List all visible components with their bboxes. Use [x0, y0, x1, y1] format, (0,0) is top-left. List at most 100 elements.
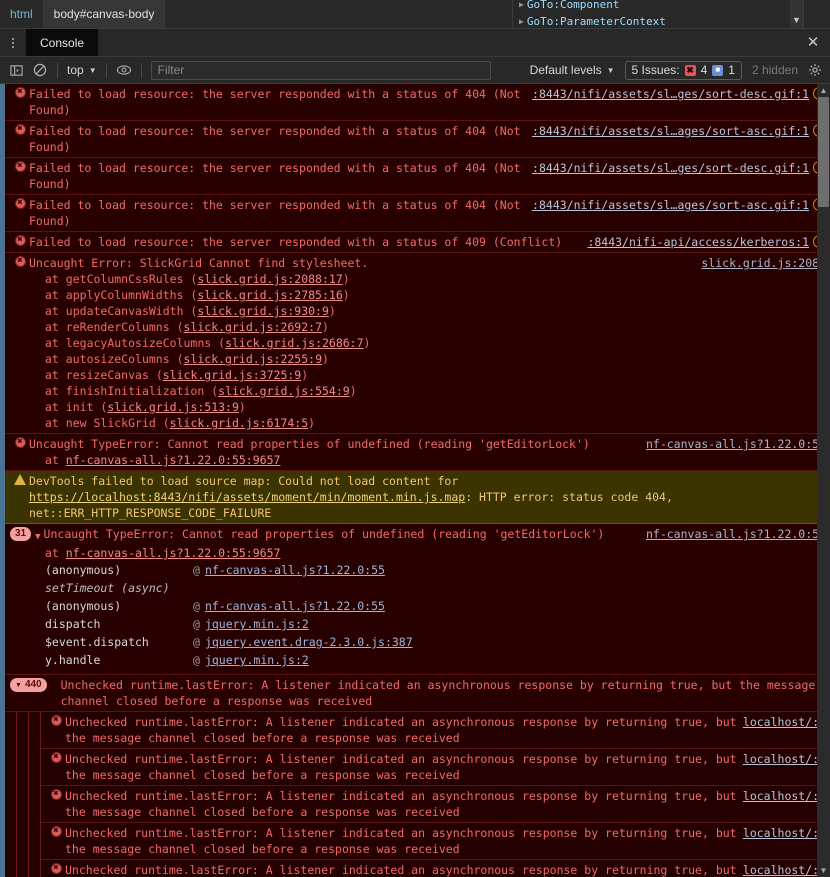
console-message-row[interactable]: ✖ Unchecked runtime.lastError: A listene… — [41, 749, 830, 786]
console-message-source[interactable]: slick.grid.js:2088 — [701, 255, 830, 271]
stack-frame-link[interactable]: slick.grid.js:2785:16 — [197, 288, 342, 302]
stack-frame[interactable]: at reRenderColumns (slick.grid.js:2692:7… — [45, 319, 830, 335]
stack-frame[interactable]: at updateCanvasWidth (slick.grid.js:930:… — [45, 303, 830, 319]
trace-row[interactable]: y.handle @ jquery.min.js:2 — [5, 651, 830, 672]
trace-source-link[interactable]: jquery.min.js:2 — [205, 651, 309, 669]
console-message-row-typeerror[interactable]: ✖ Uncaught TypeError: Cannot read proper… — [5, 434, 830, 471]
collapse-triangle-icon[interactable]: ▼ — [15, 682, 22, 689]
console-message-source[interactable]: :8443/nifi/assets/sl…ages/sort-asc.gif:1… — [532, 123, 830, 139]
repeat-count-badge[interactable]: 31 — [10, 527, 32, 541]
stack-frame[interactable]: at new SlickGrid (slick.grid.js:6174:5) — [45, 415, 830, 431]
stack-frame[interactable]: at autosizeColumns (slick.grid.js:2255:9… — [45, 351, 830, 367]
console-group-header-lasterror[interactable]: ▼ 440 Unchecked runtime.lastError: A lis… — [5, 675, 830, 712]
source-link[interactable]: localhost/:1 — [743, 862, 826, 877]
live-expression-icon[interactable] — [112, 59, 136, 81]
clear-console-icon[interactable] — [28, 59, 52, 81]
stack-frame[interactable]: at applyColumnWidths (slick.grid.js:2785… — [45, 287, 830, 303]
source-link[interactable]: :8443/nifi-api/access/kerberos:1 — [587, 234, 809, 250]
expand-triangle-icon[interactable]: ▼ — [35, 529, 40, 545]
trace-source-link[interactable]: nf-canvas-all.js?1.22.0:55 — [205, 561, 385, 579]
breadcrumb-item-html[interactable]: html — [0, 0, 44, 28]
stack-frame[interactable]: at nf-canvas-all.js?1.22.0:55:9657 — [45, 452, 830, 468]
console-message-source[interactable]: nf-canvas-all.js?1.22.0:55 — [646, 526, 830, 542]
issues-button[interactable]: 5 Issues: ✖ 4 ■ 1 — [624, 60, 742, 80]
trace-source-link[interactable]: jquery.min.js:2 — [205, 615, 309, 633]
console-message-row-typeerror-group[interactable]: 31 ▼ Uncaught TypeError: Cannot read pro… — [5, 524, 830, 675]
settings-gear-icon[interactable] — [804, 59, 826, 81]
stack-frame-link[interactable]: slick.grid.js:2686:7 — [225, 336, 363, 350]
console-scrollbar[interactable]: ▲ ▼ — [817, 84, 830, 877]
console-message-row[interactable]: ✖ Failed to load resource: the server re… — [5, 232, 830, 253]
sourcemap-url-link[interactable]: https://localhost:8443/nifi/assets/momen… — [29, 490, 465, 504]
console-message-source[interactable]: :8443/nifi/assets/sl…ges/sort-desc.gif:1… — [532, 160, 830, 176]
autocomplete-popup[interactable]: ▶ GoTo:Component ▶ GoTo:ParameterContext… — [512, 0, 804, 29]
trace-source-link[interactable]: nf-canvas-all.js?1.22.0:55 — [205, 597, 385, 615]
scrollbar-track[interactable] — [817, 207, 830, 864]
console-message-source[interactable]: :8443/nifi/assets/sl…ages/sort-asc.gif:1… — [532, 197, 830, 213]
stack-frame[interactable]: at getColumnCssRules (slick.grid.js:2088… — [45, 271, 830, 287]
source-link[interactable]: :8443/nifi/assets/sl…ages/sort-asc.gif:1 — [532, 197, 809, 213]
console-message-source[interactable]: :8443/nifi/assets/sl…ges/sort-desc.gif:1… — [532, 86, 830, 102]
filter-input[interactable]: Filter — [150, 60, 491, 80]
kebab-menu-icon[interactable] — [0, 29, 26, 56]
stack-frame-link[interactable]: nf-canvas-all.js?1.22.0:55:9657 — [66, 546, 281, 560]
scroll-down-arrow-icon[interactable]: ▼ — [820, 864, 828, 877]
console-message-row[interactable]: ✖ Unchecked runtime.lastError: A listene… — [41, 786, 830, 823]
source-link[interactable]: localhost/:1 — [743, 825, 826, 841]
source-link[interactable]: slick.grid.js:2088 — [701, 255, 826, 271]
trace-source-link[interactable]: jquery.event.drag-2.3.0.js:387 — [205, 633, 413, 651]
autocomplete-item-goto-parametercontext[interactable]: ▶ GoTo:ParameterContext — [513, 13, 803, 28]
source-link[interactable]: :8443/nifi/assets/sl…ges/sort-desc.gif:1 — [532, 160, 809, 176]
stack-frame-link[interactable]: slick.grid.js:513:9 — [107, 400, 239, 414]
source-link[interactable]: localhost/:1 — [743, 788, 826, 804]
console-message-list[interactable]: ✖ Failed to load resource: the server re… — [5, 84, 830, 877]
source-link[interactable]: nf-canvas-all.js?1.22.0:55 — [646, 436, 826, 452]
stack-frame-link[interactable]: slick.grid.js:2255:9 — [184, 352, 322, 366]
trace-row[interactable]: (anonymous) @ nf-canvas-all.js?1.22.0:55 — [5, 561, 830, 579]
stack-frame[interactable]: at legacyAutosizeColumns (slick.grid.js:… — [45, 335, 830, 351]
stack-frame[interactable]: at resizeCanvas (slick.grid.js:3725:9) — [45, 367, 830, 383]
source-link[interactable]: nf-canvas-all.js?1.22.0:55 — [646, 526, 826, 542]
console-message-row-slickgrid-error[interactable]: ✖ Uncaught Error: SlickGrid Cannot find … — [5, 253, 830, 434]
stack-frame[interactable]: at nf-canvas-all.js?1.22.0:55:9657 — [45, 545, 830, 561]
console-message-row[interactable]: ✖ Failed to load resource: the server re… — [5, 121, 830, 158]
console-message-row[interactable]: ✖ Failed to load resource: the server re… — [5, 84, 830, 121]
breadcrumb-item-body[interactable]: body#canvas-body — [43, 0, 166, 28]
stack-frame-link[interactable]: slick.grid.js:554:9 — [218, 384, 350, 398]
close-icon[interactable]: ✕ — [804, 34, 822, 52]
console-message-source[interactable]: :8443/nifi-api/access/kerberos:1 ⇄ — [587, 234, 830, 250]
hidden-messages-count[interactable]: 2 hidden — [746, 63, 804, 77]
chevron-down-icon[interactable]: ▼ — [792, 15, 801, 25]
stack-frame-link[interactable]: slick.grid.js:930:9 — [197, 304, 329, 318]
console-message-row[interactable]: ✖ Failed to load resource: the server re… — [5, 195, 830, 232]
console-message-row[interactable]: ✖ Unchecked runtime.lastError: A listene… — [41, 860, 830, 877]
log-levels-dropdown[interactable]: Default levels ▼ — [524, 63, 621, 77]
source-link[interactable]: :8443/nifi/assets/sl…ges/sort-desc.gif:1 — [532, 86, 809, 102]
autocomplete-item-goto-component[interactable]: ▶ GoTo:Component — [513, 0, 803, 13]
scrollbar-thumb[interactable] — [818, 97, 829, 207]
console-message-row[interactable]: ✖ Failed to load resource: the server re… — [5, 158, 830, 195]
stack-frame-link[interactable]: slick.grid.js:6174:5 — [170, 416, 308, 430]
scroll-up-arrow-icon[interactable]: ▲ — [820, 84, 828, 97]
autocomplete-scrollbar[interactable]: ▼ — [790, 0, 803, 28]
stack-frame[interactable]: at init (slick.grid.js:513:9) — [45, 399, 830, 415]
source-link[interactable]: localhost/:1 — [743, 751, 826, 767]
console-message-row-sourcemap-warning[interactable]: DevTools failed to load source map: Coul… — [5, 471, 830, 524]
console-message-row[interactable]: ✖ Unchecked runtime.lastError: A listene… — [41, 712, 830, 749]
console-message-row[interactable]: ✖ Unchecked runtime.lastError: A listene… — [41, 823, 830, 860]
source-link[interactable]: localhost/:1 — [743, 714, 826, 730]
stack-frame-link[interactable]: slick.grid.js:3725:9 — [163, 368, 301, 382]
repeat-count-badge[interactable]: ▼ 440 — [10, 678, 47, 692]
execution-context-selector[interactable]: top ▼ — [63, 63, 101, 77]
trace-row[interactable]: dispatch @ jquery.min.js:2 — [5, 615, 830, 633]
source-link[interactable]: :8443/nifi/assets/sl…ages/sort-asc.gif:1 — [532, 123, 809, 139]
console-sidebar-icon[interactable] — [4, 59, 28, 81]
trace-row[interactable]: $event.dispatch @ jquery.event.drag-2.3.… — [5, 633, 830, 651]
stack-frame[interactable]: at finishInitialization (slick.grid.js:5… — [45, 383, 830, 399]
console-message-source[interactable]: nf-canvas-all.js?1.22.0:55 — [646, 436, 830, 452]
stack-frame-link[interactable]: slick.grid.js:2692:7 — [184, 320, 322, 334]
tab-console[interactable]: Console — [26, 29, 99, 56]
trace-row[interactable]: (anonymous) @ nf-canvas-all.js?1.22.0:55 — [5, 597, 830, 615]
stack-frame-link[interactable]: nf-canvas-all.js?1.22.0:55:9657 — [66, 453, 281, 467]
stack-frame-link[interactable]: slick.grid.js:2088:17 — [197, 272, 342, 286]
